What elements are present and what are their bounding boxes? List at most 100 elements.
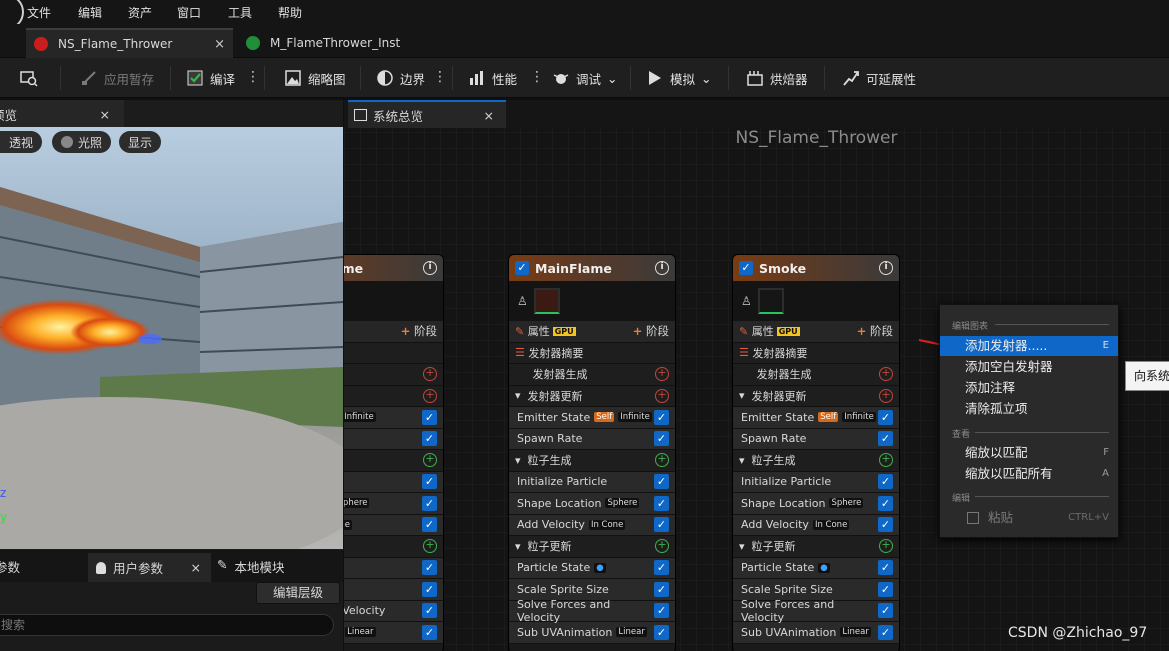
thumbnail-button[interactable]: 缩略图 (280, 64, 350, 92)
module-row[interactable]: LocationSphere✓ (344, 493, 443, 515)
add-module-icon[interactable]: + (879, 453, 893, 468)
enabled-checkbox[interactable]: ✓ (654, 409, 669, 425)
search-input[interactable] (0, 614, 334, 636)
enabled-checkbox[interactable]: ✓ (878, 431, 893, 447)
enabled-checkbox[interactable]: ✓ (878, 409, 893, 425)
particle-spawn-row[interactable]: ▾ 生成+ (344, 450, 443, 472)
menu-edit[interactable]: 编辑 (78, 4, 102, 21)
collapse-arrow-icon[interactable]: ▾ (739, 454, 745, 467)
emitter-enabled-checkbox[interactable]: ✓ (515, 261, 529, 275)
enabled-checkbox[interactable]: ✓ (422, 431, 437, 447)
enabled-checkbox[interactable]: ✓ (654, 474, 669, 490)
properties-row[interactable]: ✎ 属性GPU + 阶段 (344, 321, 443, 343)
enabled-checkbox[interactable]: ✓ (422, 495, 437, 511)
info-icon[interactable]: i (879, 261, 893, 275)
tab-preview[interactable]: 预览 × (0, 100, 124, 128)
tab-m-flamethrower-inst[interactable]: M_FlameThrower_Inst (238, 28, 438, 58)
enabled-checkbox[interactable]: ✓ (878, 560, 893, 576)
module-row[interactable]: Spawn Rate ✓ (509, 428, 675, 450)
enabled-checkbox[interactable]: ✓ (422, 517, 437, 533)
module-row[interactable]: e State●✓ (344, 557, 443, 579)
module-row[interactable]: ocityIn Cone✓ (344, 514, 443, 536)
emitter-summary-row[interactable]: ☰ 发射器摘要 (733, 342, 899, 364)
compile-button[interactable]: 编译 (182, 64, 239, 92)
emitter-spawn-row[interactable]: 发射器生成 + (733, 364, 899, 386)
emitter-header[interactable]: ✓ Smoke i (733, 255, 899, 281)
module-row[interactable]: Sub UVAnimation Linear ✓ (733, 622, 899, 644)
emitter-update-row[interactable]: ▾ 发射器更新 + (509, 385, 675, 407)
module-row[interactable]: Shape Location Sphere ✓ (733, 493, 899, 515)
tab-local-modules[interactable]: ✎ 本地模块 (217, 557, 285, 576)
particle-spawn-row[interactable]: ▾ 粒子生成 + (509, 450, 675, 472)
add-module-icon[interactable]: + (423, 453, 437, 468)
menu-clear-orphans[interactable]: 清除孤立项 (940, 399, 1118, 419)
scalability-button[interactable]: 可延展性 (838, 64, 920, 92)
emitter-header[interactable]: ✓ ueFlame i (344, 255, 443, 281)
emitter-thumbnail[interactable] (757, 288, 784, 314)
module-row[interactable]: Shape Location Sphere ✓ (509, 493, 675, 515)
simulate-button[interactable]: 模拟 ⌄ (642, 64, 716, 92)
info-icon[interactable]: i (655, 261, 669, 275)
info-icon[interactable]: i (423, 261, 437, 275)
particle-update-row[interactable]: ▾ 粒子更新 + (733, 536, 899, 558)
module-row[interactable]: Particle State ● ✓ (733, 557, 899, 579)
module-row[interactable]: Initialize Particle ✓ (733, 471, 899, 493)
collapse-arrow-icon[interactable]: ▾ (739, 540, 745, 553)
module-row[interactable]: Add Velocity In Cone ✓ (509, 514, 675, 536)
module-row[interactable]: Solve Forces and Velocity ✓ (733, 598, 899, 624)
emitter-enabled-checkbox[interactable]: ✓ (739, 261, 753, 275)
enabled-checkbox[interactable]: ✓ (654, 517, 669, 533)
emitter-node[interactable]: ✓ ueFlame i ♙ ✎ 属性GPU + 阶段 ☰ 器摘要 器生成+ ▾ … (344, 254, 444, 651)
add-module-icon[interactable]: + (655, 388, 669, 403)
module-row[interactable]: Emitter State Self Infinite ✓ (733, 407, 899, 429)
add-module-icon[interactable]: + (423, 367, 437, 382)
performance-options-icon[interactable]: ⋮ (530, 66, 544, 90)
module-row[interactable]: Sub UVAnimation Linear ✓ (509, 622, 675, 644)
bounds-button[interactable]: 边界 (372, 64, 429, 92)
menu-help[interactable]: 帮助 (278, 4, 302, 21)
properties-row[interactable]: ✎ 属性GPU + 阶段 (733, 321, 899, 343)
add-module-icon[interactable]: + (879, 539, 893, 554)
emitter-node[interactable]: ✓ Smoke i ♙ ✎ 属性 GPU + 阶段 ☰ 发射器摘要 发射器生成 + … (732, 254, 900, 651)
module-row[interactable]: e Particle✓ (344, 471, 443, 493)
emitter-summary-row[interactable]: ☰ 器摘要 (344, 342, 443, 364)
enabled-checkbox[interactable]: ✓ (422, 474, 437, 490)
module-row[interactable]: Emitter State Self Infinite ✓ (509, 407, 675, 429)
enabled-checkbox[interactable]: ✓ (654, 624, 669, 640)
collapse-arrow-icon[interactable]: ▾ (515, 540, 521, 553)
enabled-checkbox[interactable]: ✓ (878, 517, 893, 533)
menu-asset[interactable]: 资产 (128, 4, 152, 21)
enabled-checkbox[interactable]: ✓ (878, 581, 893, 597)
enabled-checkbox[interactable]: ✓ (878, 603, 893, 619)
particle-update-row[interactable]: ▾ 更新+ (344, 536, 443, 558)
add-module-icon[interactable]: + (655, 453, 669, 468)
emitter-node[interactable]: ✓ MainFlame i ♙ ✎ 属性 GPU + 阶段 ☰ 发射器摘要 发射器… (508, 254, 676, 651)
lit-mode-button[interactable]: 光照 (52, 131, 112, 153)
module-row[interactable]: Rate✓ (344, 428, 443, 450)
enabled-checkbox[interactable]: ✓ (654, 603, 669, 619)
collapse-arrow-icon[interactable]: ▾ (515, 454, 521, 467)
add-module-icon[interactable]: + (423, 539, 437, 554)
tab-ns-flame-thrower[interactable]: NS_Flame_Thrower × (26, 28, 233, 58)
module-row[interactable]: Spawn Rate ✓ (733, 428, 899, 450)
enabled-checkbox[interactable]: ✓ (878, 624, 893, 640)
module-row[interactable]: orces and Velocity ✓ (344, 600, 443, 622)
emitter-header[interactable]: ✓ MainFlame i (509, 255, 675, 281)
baker-button[interactable]: 烘焙器 (742, 64, 812, 92)
add-module-icon[interactable]: + (655, 367, 669, 382)
menu-zoom-fit[interactable]: 缩放以匹配 F (940, 443, 1118, 463)
add-module-icon[interactable]: + (655, 539, 669, 554)
enabled-checkbox[interactable]: ✓ (422, 581, 437, 597)
close-icon[interactable]: × (214, 37, 225, 52)
add-module-icon[interactable]: + (879, 388, 893, 403)
add-stage-button[interactable]: + 阶段 (857, 323, 893, 339)
module-row[interactable]: rite Size✓ (344, 579, 443, 601)
menu-add-emitter[interactable]: 添加发射器..... E (940, 336, 1118, 356)
menu-add-empty-emitter[interactable]: 添加空白发射器 (940, 357, 1118, 377)
apply-staged-button[interactable]: 应用暂存 (76, 64, 158, 92)
browse-button[interactable] (16, 64, 42, 92)
module-row[interactable]: Particle State ● ✓ (509, 557, 675, 579)
emitter-thumbnail[interactable] (533, 288, 560, 314)
preview-viewport[interactable]: z y 透视 光照 显示 (0, 127, 343, 549)
module-row[interactable]: Solve Forces and Velocity ✓ (509, 598, 675, 624)
